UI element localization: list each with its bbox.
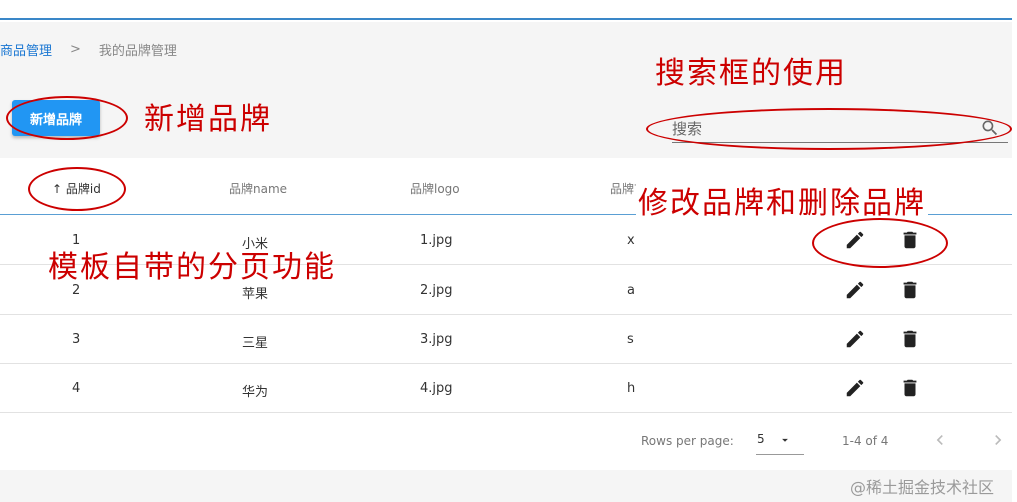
- breadcrumb-separator: >: [70, 42, 81, 57]
- breadcrumb-home-link[interactable]: 商品管理: [0, 40, 52, 59]
- rows-per-page-label: Rows per page:: [641, 434, 734, 448]
- cell-logo: 2.jpg: [420, 283, 453, 298]
- cell-name: 华为: [242, 385, 269, 400]
- edit-icon[interactable]: [844, 377, 866, 399]
- delete-icon[interactable]: [899, 377, 921, 399]
- cell-letter: s: [627, 332, 634, 347]
- annotation-ring-search: [646, 108, 1012, 150]
- cell-id: 4: [72, 381, 81, 396]
- table-row: 4 华为 4.jpg h: [0, 363, 1012, 413]
- delete-icon[interactable]: [899, 328, 921, 350]
- annotation-edit-delete: 修改品牌和删除品牌: [636, 178, 928, 222]
- cell-letter: a: [627, 283, 635, 298]
- edit-icon[interactable]: [844, 328, 866, 350]
- annotation-search: 搜索框的使用: [655, 56, 847, 91]
- cell-logo: 1.jpg: [420, 233, 453, 248]
- breadcrumb-current: 我的品牌管理: [98, 44, 177, 59]
- cell-logo: 4.jpg: [420, 381, 453, 396]
- column-header-logo[interactable]: 品牌logo: [410, 180, 460, 197]
- next-page-icon[interactable]: [988, 430, 1008, 450]
- annotation-pagination: 模板自带的分页功能: [48, 250, 336, 285]
- rows-per-page-select[interactable]: 5: [756, 426, 804, 455]
- edit-icon[interactable]: [844, 279, 866, 301]
- column-header-name[interactable]: 品牌name: [229, 180, 287, 197]
- dropdown-arrow-icon: [782, 438, 788, 442]
- annotation-ring-actions: [812, 218, 948, 268]
- top-border: [0, 18, 1012, 20]
- annotation-ring-add: [6, 96, 128, 140]
- rows-per-page-value: 5: [757, 432, 765, 446]
- watermark: @稀土掘金技术社区: [850, 478, 995, 497]
- cell-id: 3: [72, 332, 81, 347]
- cell-letter: x: [627, 233, 635, 248]
- page-range: 1-4 of 4: [842, 434, 889, 448]
- breadcrumb: 商品管理 > 我的品牌管理: [0, 40, 177, 59]
- cell-letter: h: [627, 381, 636, 396]
- delete-icon[interactable]: [899, 279, 921, 301]
- annotation-ring-sort: [28, 167, 126, 211]
- cell-logo: 3.jpg: [420, 332, 453, 347]
- cell-name: 三星: [242, 336, 269, 351]
- pagination-footer: Rows per page: 5 1-4 of 4: [0, 412, 1012, 472]
- previous-page-icon[interactable]: [930, 430, 950, 450]
- table-row: 3 三星 3.jpg s: [0, 314, 1012, 364]
- annotation-add: 新增品牌: [144, 102, 272, 137]
